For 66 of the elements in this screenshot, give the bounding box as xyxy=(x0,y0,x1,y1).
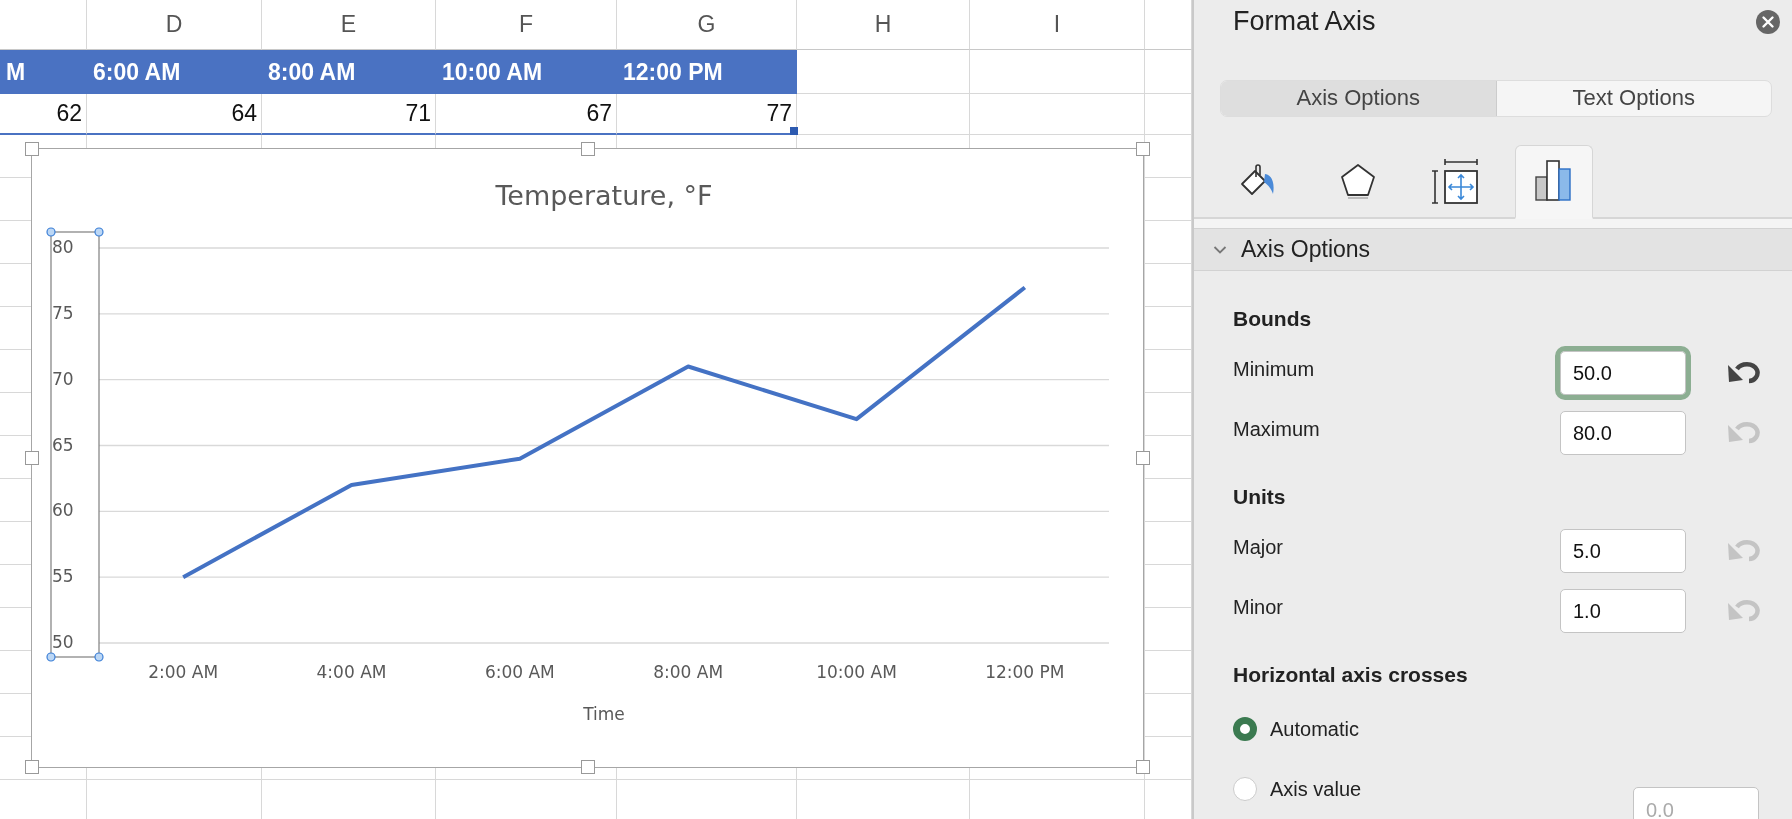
column-header[interactable]: G xyxy=(617,0,797,50)
resize-handle[interactable] xyxy=(1136,760,1150,774)
resize-handle[interactable] xyxy=(1136,451,1150,465)
axis-selection-box[interactable] xyxy=(46,227,104,662)
x-axis-label: 4:00 AM xyxy=(316,662,387,682)
resize-handle[interactable] xyxy=(25,142,39,156)
resize-handle[interactable] xyxy=(580,142,595,156)
table-cell: 64 xyxy=(87,94,262,135)
section-title: Axis Options xyxy=(1241,236,1371,264)
y-axis-label: 50 xyxy=(52,632,74,652)
y-axis-label: 55 xyxy=(52,566,74,587)
bar-chart-icon[interactable] xyxy=(1515,144,1593,219)
column-header[interactable]: E xyxy=(262,0,436,50)
panel-title: Format Axis xyxy=(1233,5,1376,37)
column-header[interactable]: I xyxy=(970,0,1145,50)
column-header[interactable]: D xyxy=(87,0,262,50)
radio-button[interactable] xyxy=(1233,717,1257,741)
fill-handle[interactable] xyxy=(790,127,798,135)
chart-title: Temperature, °F xyxy=(495,179,713,211)
section-header[interactable]: Axis Options xyxy=(1194,228,1792,271)
y-axis-label: 65 xyxy=(52,434,74,455)
table-cell: 71 xyxy=(262,94,436,135)
close-icon[interactable] xyxy=(1756,10,1780,34)
column-header[interactable]: H xyxy=(797,0,970,50)
number-field[interactable]: 1.0 xyxy=(1560,589,1686,633)
resize-handle[interactable] xyxy=(25,451,39,465)
x-axis-label: 6:00 AM xyxy=(484,662,555,682)
group-heading: Horizontal axis crosses xyxy=(1233,663,1469,687)
y-axis-label: 60 xyxy=(52,500,74,521)
x-axis-title: Time xyxy=(583,704,625,724)
table-cell: 10:00 AM xyxy=(436,50,617,94)
resize-handle[interactable] xyxy=(1136,142,1150,156)
table-cell: 67 xyxy=(436,94,617,135)
table-cell: 6:00 AM xyxy=(87,50,262,94)
radio-label[interactable]: Automatic xyxy=(1270,717,1359,741)
table-cell: 12:00 PM xyxy=(617,50,797,94)
table-cell: 62 xyxy=(0,94,87,135)
column-header[interactable] xyxy=(1145,0,1192,50)
chart-area[interactable]: Temperature, °F 50 55 60 65 70 75 80 2:00 AM 4:00 AM 6:00 AM 8:00 AM 10:00 AM 12:00 PM Time xyxy=(32,149,1143,767)
axis-value-field[interactable]: 0.0 xyxy=(1633,787,1759,819)
field-label: Major xyxy=(1233,535,1284,559)
x-axis-label: 12:00 PM xyxy=(985,662,1065,682)
field-label: Minimum xyxy=(1233,357,1316,381)
chevron-icon xyxy=(1213,244,1227,255)
group-heading: Bounds xyxy=(1233,307,1313,331)
reset-icon[interactable] xyxy=(1726,360,1760,386)
table-cell: M xyxy=(0,50,87,94)
x-axis-label: 2:00 AM xyxy=(148,662,219,682)
group-heading: Units xyxy=(1233,485,1287,509)
column-header[interactable]: F xyxy=(436,0,617,50)
tab[interactable]: Axis Options xyxy=(1221,80,1497,116)
x-axis-label: 8:00 AM xyxy=(653,662,724,682)
tab[interactable]: Text Options xyxy=(1496,80,1771,116)
number-field[interactable]: 80.0 xyxy=(1560,411,1686,455)
field-label: Maximum xyxy=(1233,417,1321,441)
y-axis-label: 70 xyxy=(52,368,74,389)
column-header[interactable] xyxy=(0,0,87,50)
table-cell: 8:00 AM xyxy=(262,50,436,94)
radio-label[interactable]: Axis value xyxy=(1270,777,1362,801)
number-field[interactable]: 5.0 xyxy=(1560,529,1686,573)
y-axis-label: 75 xyxy=(52,302,74,323)
field-label: Minor xyxy=(1233,595,1284,619)
resize-handle[interactable] xyxy=(580,760,595,774)
x-axis-label: 10:00 AM xyxy=(816,662,897,682)
y-axis-label: 80 xyxy=(52,237,74,257)
resize-handle[interactable] xyxy=(25,760,39,774)
